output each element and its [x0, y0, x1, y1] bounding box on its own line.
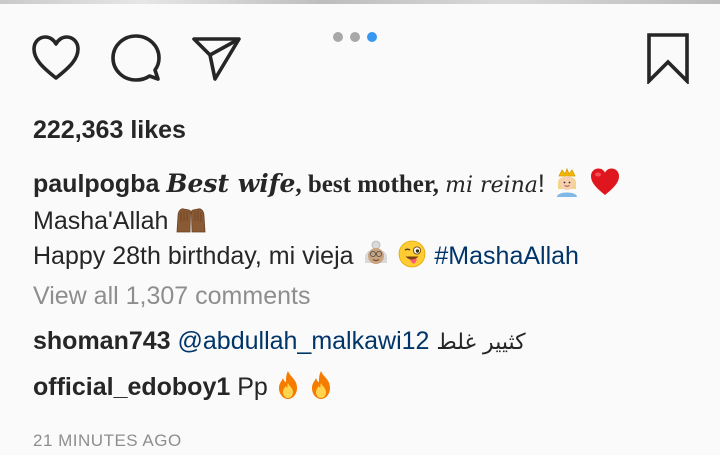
caption-hashtag[interactable]: #MashaAllah [434, 242, 579, 270]
post-action-bar [0, 30, 720, 88]
winking-tongue-emoji [399, 240, 426, 268]
likes-count[interactable]: 222,363 likes [33, 116, 186, 145]
post-caption: paulpogba Best wife, best mother, mi rei… [33, 166, 713, 275]
fire-emoji [311, 371, 330, 399]
caption-line-2: Masha'Allah [33, 204, 713, 240]
caption-birthday-text: Happy 28th birthday, mi vieja [33, 242, 354, 270]
comment-text: كثيير غلط [436, 330, 526, 355]
paper-plane-icon [192, 37, 241, 81]
comment-username[interactable]: shoman743 [33, 327, 171, 355]
save-button[interactable] [640, 30, 696, 86]
caption-text-best-wife: Best wife [166, 169, 296, 198]
caption-line-3: Happy 28th birthday, mi vieja #MashaAlla… [33, 239, 713, 275]
raised-hands-emoji [176, 207, 206, 232]
comment-button[interactable] [108, 30, 164, 86]
bookmark-icon [647, 33, 689, 84]
comment-text: Pp [237, 373, 268, 401]
caption-exclamation: ! [537, 170, 545, 198]
post-timestamp: 21 MINUTES AGO [33, 431, 182, 450]
heart-icon [32, 35, 80, 80]
caption-line-1: paulpogba Best wife, best mother, mi rei… [33, 166, 713, 204]
comment-item: official_edoboy1 Pp [33, 370, 334, 402]
older-woman-emoji [364, 240, 387, 264]
fire-emoji [278, 371, 297, 399]
share-button[interactable] [188, 30, 244, 86]
caption-mashallah: Masha'Allah [33, 206, 169, 235]
like-button[interactable] [28, 30, 84, 86]
princess-emoji [556, 167, 577, 197]
comment-username[interactable]: official_edoboy1 [33, 373, 230, 401]
caption-text-best-mother: , best mother, [295, 171, 446, 198]
comment-item: shoman743 @abdullah_malkawi12 كثيير غلط [33, 327, 526, 356]
red-heart-emoji [590, 168, 619, 195]
view-all-comments-link[interactable]: View all 1,307 comments [33, 282, 310, 311]
previous-media-edge [0, 0, 720, 4]
comment-mention[interactable]: @abdullah_malkawi12 [178, 327, 430, 355]
caption-text-mi-reina: mi reina [445, 173, 538, 198]
speech-bubble-icon [111, 34, 161, 82]
caption-username[interactable]: paulpogba [33, 170, 159, 198]
